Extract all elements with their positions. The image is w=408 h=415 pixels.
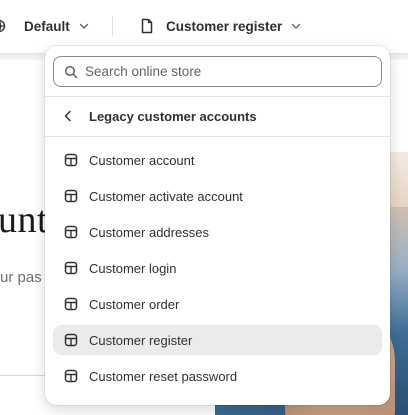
- chevron-down-icon: [79, 23, 88, 29]
- search-separator: [45, 96, 390, 97]
- preview-subtext: ur pas: [0, 269, 42, 286]
- template-item-customer-order[interactable]: Customer order: [53, 289, 382, 319]
- back-button[interactable]: Legacy customer accounts: [53, 102, 382, 130]
- template-icon: [64, 333, 78, 347]
- template-selector[interactable]: Customer register: [140, 16, 302, 36]
- template-item-customer-login[interactable]: Customer login: [53, 253, 382, 283]
- template-icon: [64, 297, 78, 311]
- theme-selector-label: Default: [24, 18, 70, 34]
- topbar-divider: [112, 16, 113, 36]
- template-item-label: Customer order: [89, 296, 180, 312]
- template-item-label: Customer login: [89, 260, 177, 276]
- template-item-label: Customer reset password: [89, 368, 238, 384]
- template-list: Customer account Customer activate accou…: [53, 145, 382, 397]
- back-button-label: Legacy customer accounts: [89, 108, 257, 124]
- search-icon: [64, 65, 78, 78]
- template-item-customer-activate-account[interactable]: Customer activate account: [53, 181, 382, 211]
- template-icon: [64, 189, 78, 203]
- template-item-customer-reset-password[interactable]: Customer reset password: [53, 361, 382, 391]
- chevron-down-icon: [292, 23, 301, 29]
- template-item-label: Customer account: [89, 152, 195, 168]
- template-item-label: Customer addresses: [89, 224, 209, 240]
- search-field[interactable]: [53, 56, 382, 87]
- chevron-left-icon: [64, 110, 71, 122]
- template-icon: [64, 369, 78, 383]
- template-item-customer-addresses[interactable]: Customer addresses: [53, 217, 382, 247]
- template-item-customer-account[interactable]: Customer account: [53, 145, 382, 175]
- template-dropdown: Legacy customer accounts Customer accoun…: [45, 46, 390, 405]
- theme-selector[interactable]: Default: [0, 16, 90, 36]
- preview-heading: unt: [0, 199, 49, 241]
- template-item-label: Customer activate account: [89, 188, 243, 204]
- template-icon: [64, 153, 78, 167]
- template-selector-label: Customer register: [166, 18, 283, 34]
- search-input[interactable]: [85, 64, 365, 79]
- page-icon: [141, 18, 153, 34]
- header-separator: [45, 136, 390, 137]
- template-item-customer-register[interactable]: Customer register: [53, 325, 382, 355]
- template-icon: [64, 261, 78, 275]
- template-item-label: Customer register: [89, 332, 193, 348]
- globe-icon: [0, 19, 6, 33]
- template-icon: [64, 225, 78, 239]
